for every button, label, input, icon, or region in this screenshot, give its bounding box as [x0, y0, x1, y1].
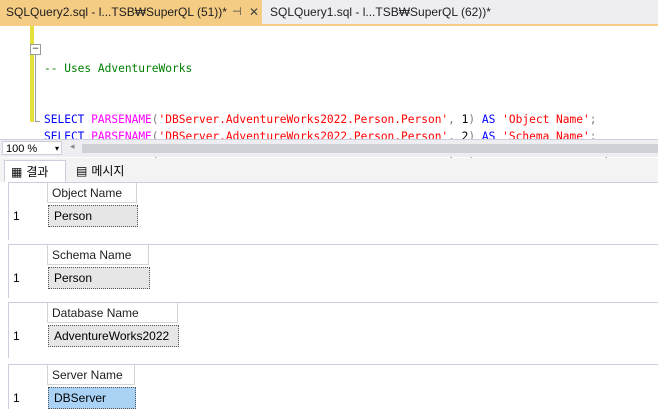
- column-header[interactable]: Server Name: [47, 365, 135, 385]
- column-header[interactable]: Schema Name: [47, 245, 149, 265]
- row-number[interactable]: 1: [13, 387, 20, 409]
- outline-bracket: [35, 55, 40, 122]
- select-keyword: SELECT: [44, 113, 85, 126]
- column-header[interactable]: Object Name: [47, 183, 137, 203]
- result-grid-object-name[interactable]: Object Name 1 Person: [8, 182, 658, 240]
- code-comment: -- Uses AdventureWorks: [44, 62, 193, 75]
- result-cell[interactable]: AdventureWorks2022: [48, 325, 179, 347]
- grid-icon: ▦: [11, 165, 23, 179]
- collapse-icon[interactable]: −: [30, 44, 41, 55]
- row-number[interactable]: 1: [13, 325, 20, 347]
- zoom-value: 100 %: [6, 143, 38, 155]
- message-icon: ▤: [76, 164, 88, 178]
- punctuation: ): [468, 113, 476, 126]
- column-header[interactable]: Database Name: [47, 303, 178, 323]
- zoom-select[interactable]: 100 % ▾: [2, 141, 62, 155]
- tab-results-label: 결과: [26, 165, 49, 179]
- horizontal-scrollbar[interactable]: [82, 144, 658, 153]
- string-literal: 'DBServer.AdventureWorks2022.Person.Pers…: [158, 113, 449, 126]
- result-cell[interactable]: Person: [48, 267, 150, 289]
- document-tab-bar: SQLQuery2.sql - l...TSB₩SuperQL (51))* ⊣…: [0, 0, 658, 26]
- row-number[interactable]: 1: [13, 205, 20, 227]
- row-number[interactable]: 1: [13, 267, 20, 289]
- pin-icon[interactable]: ⊣: [232, 0, 242, 24]
- result-tabs: ▦ 결과 ▤ 메시지: [0, 158, 658, 182]
- function-name: PARSENAME: [91, 113, 152, 126]
- scroll-left-icon[interactable]: ◂: [70, 141, 75, 152]
- tab-results[interactable]: ▦ 결과: [4, 160, 66, 182]
- changed-lines-indicator: [30, 26, 34, 122]
- result-cell[interactable]: Person: [48, 205, 138, 227]
- result-grid-server-name[interactable]: Server Name 1 DBServer: [8, 364, 658, 409]
- tab-sqlquery2[interactable]: SQLQuery2.sql - l...TSB₩SuperQL (51))* ⊣…: [0, 0, 262, 24]
- code-line: -- Uses AdventureWorks: [44, 60, 610, 77]
- tab-sqlquery1-title: SQLQuery1.sql - l...TSB₩SuperQL (62))*: [270, 5, 491, 19]
- close-icon[interactable]: ✕: [249, 0, 259, 24]
- tab-sqlquery1[interactable]: SQLQuery1.sql - l...TSB₩SuperQL (62))*: [266, 0, 491, 24]
- punctuation: ;: [589, 113, 597, 126]
- punctuation: (: [151, 113, 159, 126]
- result-grid-schema-name[interactable]: Schema Name 1 Person: [8, 244, 658, 298]
- result-cell-selected[interactable]: DBServer: [48, 387, 136, 409]
- punctuation: ,: [448, 113, 455, 126]
- chevron-down-icon[interactable]: ▾: [55, 142, 59, 156]
- zoom-bar: 100 % ▾ ◂: [0, 139, 658, 157]
- tab-messages-label: 메시지: [91, 164, 125, 178]
- editor-margin: [0, 26, 28, 139]
- tab-messages[interactable]: ▤ 메시지: [70, 160, 140, 182]
- as-keyword: AS: [481, 113, 496, 126]
- tab-sqlquery2-title: SQLQuery2.sql - l...TSB₩SuperQL (51))*: [6, 5, 227, 19]
- alias-literal: 'Object Name': [502, 113, 590, 126]
- result-grid-database-name[interactable]: Database Name 1 AdventureWorks2022: [8, 302, 658, 358]
- query-editor[interactable]: − -- Uses AdventureWorks SELECT PARSENAM…: [0, 26, 658, 228]
- results-pane: Object Name 1 Person Schema Name 1 Perso…: [0, 182, 658, 409]
- code-line: SELECT PARSENAME('DBServer.AdventureWork…: [44, 111, 610, 128]
